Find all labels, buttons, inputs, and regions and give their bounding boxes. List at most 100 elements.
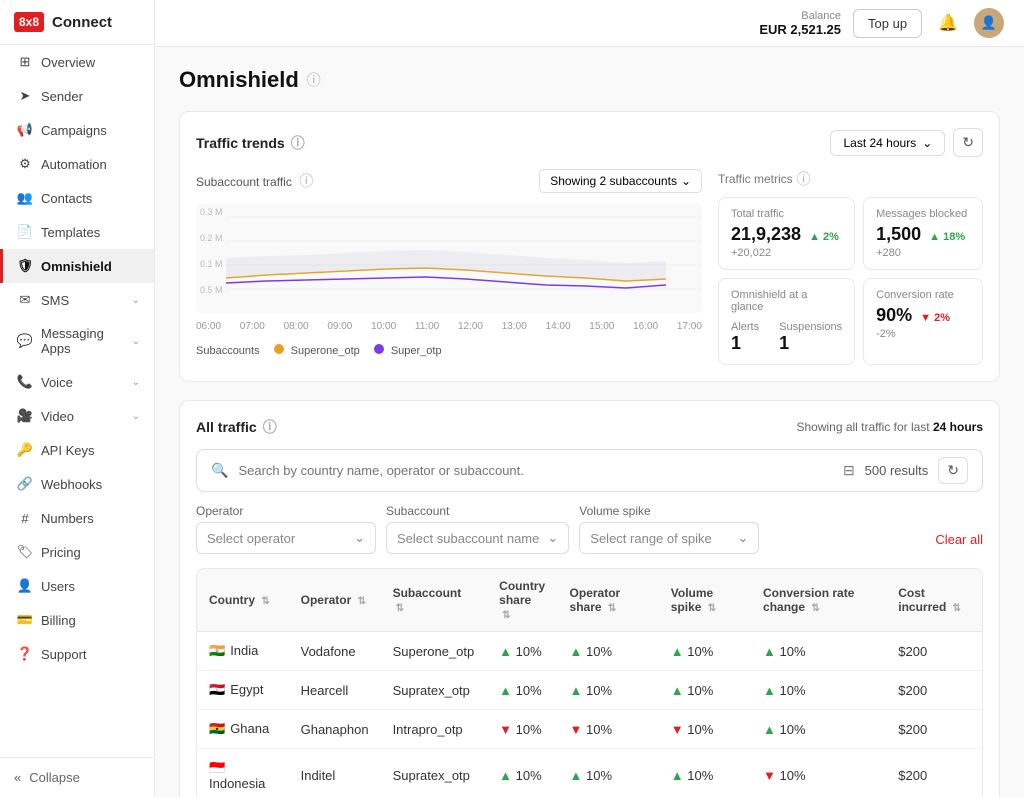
cell-country-share: ▲ 10% [487, 671, 557, 710]
shield-icon: 🛡 [17, 258, 33, 274]
traffic-refresh-button[interactable]: ↻ [938, 457, 968, 484]
sidebar-item-templates[interactable]: 📄 Templates [0, 215, 154, 249]
sidebar-item-omnishield[interactable]: 🛡 Omnishield [0, 249, 154, 283]
cell-subaccount: Supratex_otp [381, 749, 488, 797]
notifications-button[interactable]: 🔔 [934, 9, 962, 37]
sidebar-item-label: Messaging Apps [41, 326, 124, 356]
sidebar-item-api-keys[interactable]: 🔑 API Keys [0, 433, 154, 467]
time-selector-button[interactable]: Last 24 hours ⌄ [830, 130, 945, 156]
glance-alerts: Alerts 1 [731, 321, 759, 354]
glance-label: Omnishield at a glance [731, 289, 842, 313]
sidebar-item-overview[interactable]: ⊞ Overview [0, 45, 154, 79]
subaccount-filter-group: Subaccount Select subaccount name ⌄ [386, 504, 569, 554]
metric-total-label: Total traffic [731, 208, 842, 220]
sidebar-item-sms[interactable]: ✉ SMS ⌄ [0, 283, 154, 317]
sidebar-item-label: Pricing [41, 545, 81, 560]
arrow-up-icon: ▲ [499, 683, 512, 698]
sidebar-item-support[interactable]: ❓ Support [0, 637, 154, 671]
metric-blocked-label: Messages blocked [876, 208, 970, 220]
subaccount-filter-select[interactable]: Select subaccount name ⌄ [386, 522, 569, 554]
metric-total-badge: ▲ 2% [809, 231, 839, 243]
volume-filter-select[interactable]: Select range of spike ⌄ [579, 522, 759, 554]
sidebar-item-campaigns[interactable]: 📢 Campaigns [0, 113, 154, 147]
arrow-down-icon: ▼ [570, 722, 583, 737]
showing-subaccounts-button[interactable]: Showing 2 subaccounts ⌄ [539, 169, 702, 193]
sidebar-item-label: Automation [41, 157, 107, 172]
sidebar-item-contacts[interactable]: 👥 Contacts [0, 181, 154, 215]
col-country[interactable]: Country ⇅ [197, 569, 289, 632]
sort-crc-icon: ⇅ [811, 603, 819, 614]
sidebar-item-label: Users [41, 579, 75, 594]
col-conversion-rate[interactable]: Conversion rate change ⇅ [751, 569, 886, 632]
contacts-icon: 👥 [17, 190, 33, 206]
cell-cost: $200 [886, 632, 982, 671]
arrow-up-icon: ▲ [671, 683, 684, 698]
chart-label: Subaccount traffic ⓘ [196, 171, 313, 191]
sidebar-item-billing[interactable]: 💳 Billing [0, 603, 154, 637]
arrow-up-icon: ▲ [570, 768, 583, 783]
sort-operator-icon: ⇅ [358, 596, 366, 607]
cell-operator: Inditel [289, 749, 381, 797]
sort-subaccount-icon: ⇅ [396, 603, 404, 614]
volume-filter-group: Volume spike Select range of spike ⌄ [579, 504, 759, 554]
cell-operator: Ghanaphon [289, 710, 381, 749]
sidebar-item-video[interactable]: 🎥 Video ⌄ [0, 399, 154, 433]
table-row: 🇮🇳India Vodafone Superone_otp ▲ 10% ▲ 10… [197, 632, 982, 671]
sidebar-item-numbers[interactable]: # Numbers [0, 501, 154, 535]
chart-visualization: 0.3 M 0.2 M 0.1 M 0.5 M [196, 203, 702, 313]
cell-operator-share: ▲ 10% [558, 632, 659, 671]
col-operator[interactable]: Operator ⇅ [289, 569, 381, 632]
arrow-up-icon: ▲ [763, 683, 776, 698]
cell-subaccount: Superone_otp [381, 632, 488, 671]
clear-all-button[interactable]: Clear all [935, 525, 983, 554]
metrics-help-icon[interactable]: ⓘ [797, 169, 811, 189]
filter-icon[interactable]: ⊟ [843, 462, 855, 479]
all-traffic-help-icon[interactable]: ⓘ [263, 417, 277, 437]
sidebar-item-label: Campaigns [41, 123, 107, 138]
chart-grid [226, 203, 702, 313]
sidebar-item-pricing[interactable]: 🏷 Pricing [0, 535, 154, 569]
refresh-button[interactable]: ↻ [953, 128, 983, 157]
volume-filter-label: Volume spike [579, 504, 759, 518]
topup-button[interactable]: Top up [853, 9, 922, 38]
col-cost-incurred[interactable]: Cost incurred ⇅ [886, 569, 982, 632]
avatar[interactable]: 👤 [974, 8, 1004, 38]
sidebar: 8x8 Connect ⊞ Overview ➤ Sender 📢 Campai… [0, 0, 155, 797]
operator-filter-group: Operator Select operator ⌄ [196, 504, 376, 554]
col-volume-spike[interactable]: Volume spike ⇅ [659, 569, 751, 632]
title-help-icon[interactable]: ⓘ [307, 70, 321, 90]
trends-help-icon[interactable]: ⓘ [291, 133, 305, 153]
arrow-down-icon: ▼ [499, 722, 512, 737]
col-country-share[interactable]: Countryshare ⇅ [487, 569, 557, 632]
y-label-02m: 0.2 M [200, 233, 223, 243]
glance-stats: Alerts 1 Suspensions 1 [731, 321, 842, 354]
y-label-05m: 0.5 M [200, 285, 223, 295]
col-operator-share[interactable]: Operator share ⇅ [558, 569, 659, 632]
table-row: 🇮🇩Indonesia Inditel Supratex_otp ▲ 10% ▲… [197, 749, 982, 797]
sidebar-item-automation[interactable]: ⚙ Automation [0, 147, 154, 181]
sidebar-item-sender[interactable]: ➤ Sender [0, 79, 154, 113]
sidebar-item-webhooks[interactable]: 🔗 Webhooks [0, 467, 154, 501]
sidebar-item-messaging-apps[interactable]: 💬 Messaging Apps ⌄ [0, 317, 154, 365]
cell-country-share: ▲ 10% [487, 749, 557, 797]
chat-icon: 💬 [17, 333, 33, 349]
chart-help-icon[interactable]: ⓘ [299, 173, 313, 189]
collapse-button[interactable]: « Collapse [0, 757, 154, 797]
search-input[interactable] [238, 463, 833, 478]
legend-dot-superone [274, 344, 284, 354]
subaccount-filter-label: Subaccount [386, 504, 569, 518]
cell-operator-share: ▲ 10% [558, 749, 659, 797]
operator-filter-select[interactable]: Select operator ⌄ [196, 522, 376, 554]
phone-icon: 📞 [17, 374, 33, 390]
page-title: Omnishield [179, 67, 299, 93]
col-subaccount[interactable]: Subaccount ⇅ [381, 569, 488, 632]
sidebar-item-users[interactable]: 👤 Users [0, 569, 154, 603]
sidebar-item-voice[interactable]: 📞 Voice ⌄ [0, 365, 154, 399]
hash-icon: # [17, 510, 33, 526]
grid-icon: ⊞ [17, 54, 33, 70]
metric-conversion-label: Conversion rate [876, 289, 970, 301]
sidebar-item-label: Billing [41, 613, 76, 628]
cell-cost: $200 [886, 710, 982, 749]
sort-vs-icon: ⇅ [708, 603, 716, 614]
metric-conversion: Conversion rate 90% ▼ 2% -2% [863, 278, 983, 365]
